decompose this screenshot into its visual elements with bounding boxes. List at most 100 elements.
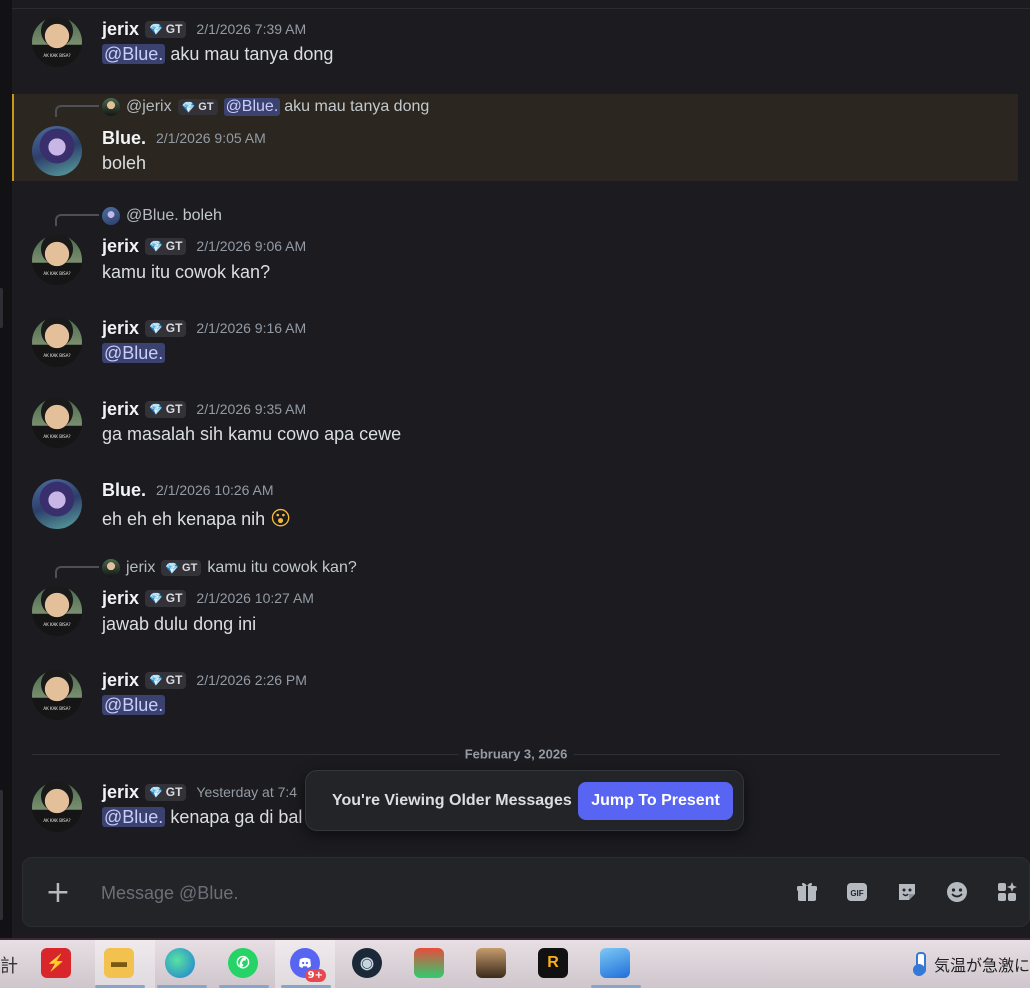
user-mention[interactable]: @Blue. (102, 695, 166, 715)
message-header: jerix 💎 GT 2/1/2026 9:16 AM (102, 317, 306, 339)
gift-icon[interactable] (795, 880, 819, 904)
weather-widget[interactable]: 気温が急激に (912, 952, 1030, 976)
message-content: eh eh eh kenapa nih 😮 (102, 506, 292, 530)
avatar[interactable] (32, 670, 82, 720)
photos-icon[interactable] (600, 948, 630, 978)
game-icon[interactable] (414, 948, 444, 978)
user-mention[interactable]: @Blue. (102, 44, 166, 64)
message-input[interactable] (101, 878, 701, 908)
avatar[interactable] (32, 317, 82, 367)
message-header: jerix 💎 GT 2/1/2026 7:39 AM (102, 18, 306, 40)
server-tag[interactable]: 💎 GT (145, 671, 187, 689)
message-header: Blue. 2/1/2026 10:26 AM (102, 479, 274, 501)
gem-icon: 💎 (149, 674, 163, 687)
gem-icon: 💎 (149, 592, 163, 605)
user-mention[interactable]: @Blue. (102, 807, 166, 827)
message[interactable]: @Blue. boleh jerix 💎GT 2/1/2026 9:06 AM … (12, 204, 1018, 294)
author-name[interactable]: jerix (102, 399, 139, 420)
server-tag[interactable]: 💎 GT (145, 237, 187, 255)
message[interactable]: jerix 💎GT 2/1/2026 9:35 AM ga masalah si… (12, 395, 1018, 455)
emoji-icon[interactable] (945, 880, 969, 904)
avatar[interactable] (32, 235, 82, 285)
server-tag[interactable]: 💎 GT (145, 400, 187, 418)
server-tag[interactable]: 💎 GT (145, 319, 187, 337)
timestamp: 2/1/2026 2:26 PM (196, 672, 307, 688)
reply-preview[interactable]: jerix 💎 GT kamu itu cowok kan? (102, 558, 357, 578)
author-name[interactable]: jerix (102, 782, 139, 803)
reply-author[interactable]: jerix (126, 559, 155, 577)
server-tag[interactable]: 💎 GT (145, 20, 187, 38)
jump-to-present-button[interactable]: Jump To Present (578, 782, 733, 820)
gem-icon: 💎 (149, 23, 163, 36)
message-content: @Blue. (102, 695, 166, 716)
timestamp: 2/1/2026 10:27 AM (196, 590, 314, 606)
reply-text: boleh (182, 207, 222, 224)
edge-icon[interactable] (165, 948, 195, 978)
timestamp: 2/1/2026 9:35 AM (196, 401, 307, 417)
composer-tools: GIF (795, 880, 1019, 904)
message-content: @Blue. kenapa ga di bal (102, 807, 303, 827)
message[interactable]: jerix 💎GT 2/1/2026 9:16 AM @Blue. (12, 314, 1018, 374)
reply-preview[interactable]: @jerix 💎 GT @Blue. aku mau tanya dong (102, 97, 429, 117)
author-name[interactable]: jerix (102, 318, 139, 339)
author-name[interactable]: Blue. (102, 128, 146, 149)
top-divider (12, 8, 1030, 9)
reply-author[interactable]: @jerix (126, 98, 172, 116)
gem-icon: 💎 (149, 240, 163, 253)
author-name[interactable]: Blue. (102, 480, 146, 501)
avatar-game-icon[interactable] (476, 948, 506, 978)
server-tag[interactable]: 💎 GT (145, 783, 187, 801)
user-mention[interactable]: @Blue. (223, 98, 281, 116)
timestamp: 2/1/2026 9:16 AM (196, 320, 307, 336)
message-header: jerix 💎 GT 2/1/2026 9:35 AM (102, 398, 306, 420)
gem-icon: 💎 (165, 562, 180, 575)
reply-author[interactable]: @Blue. (126, 207, 179, 225)
message-content: ga masalah sih kamu cowo apa cewe (102, 424, 402, 444)
message[interactable]: Blue. 2/1/2026 10:26 AM eh eh eh kenapa … (12, 477, 1018, 539)
gem-icon: 💎 (149, 786, 163, 799)
message-header: Blue. 2/1/2026 9:05 AM (102, 127, 266, 149)
message-content: jawab dulu dong ini (102, 614, 257, 634)
author-name[interactable]: jerix (102, 19, 139, 40)
discord-icon[interactable]: 9+ (290, 948, 326, 982)
message-header: jerix 💎 GT 2/1/2026 10:27 AM (102, 587, 314, 609)
rockstar-icon[interactable]: R (538, 948, 568, 978)
author-name[interactable]: jerix (102, 236, 139, 257)
message-content: boleh (102, 153, 147, 173)
steam-icon[interactable]: ◉ (352, 948, 382, 978)
message-content: kamu itu cowok kan? (102, 262, 271, 282)
astonished-emoji-icon[interactable]: 😮 (270, 506, 291, 530)
user-mention[interactable]: @Blue. (102, 343, 166, 363)
server-tag[interactable]: 💎 GT (145, 589, 187, 607)
avatar[interactable] (32, 586, 82, 636)
avatar[interactable] (32, 17, 82, 67)
reply-text: kamu itu cowok kan? (207, 559, 357, 576)
message-highlighted[interactable]: @jerix 💎 GT @Blue. aku mau tanya dong Blu… (12, 94, 1018, 181)
message[interactable]: jerix 💎GT 2/1/2026 2:26 PM @Blue. (12, 667, 1018, 727)
message[interactable]: jerix 💎GT 2/1/2026 7:39 AM @Blue. aku ma… (12, 14, 1018, 74)
date-divider: February 3, 2026 (32, 746, 1000, 762)
gem-icon: 💎 (149, 403, 163, 416)
avatar[interactable] (32, 479, 82, 529)
file-explorer-icon[interactable]: ▬ (104, 948, 134, 978)
plus-icon[interactable]: + (45, 878, 71, 908)
sidebar-indicator (0, 288, 3, 328)
red-app-icon[interactable]: ⚡ (41, 948, 71, 978)
server-tag: 💎 GT (177, 99, 218, 115)
apps-icon[interactable] (995, 880, 1019, 904)
sticker-icon[interactable] (895, 880, 919, 904)
reply-preview[interactable]: @Blue. boleh (102, 206, 222, 226)
author-name[interactable]: jerix (102, 588, 139, 609)
author-name[interactable]: jerix (102, 670, 139, 691)
timestamp: 2/1/2026 9:06 AM (196, 238, 307, 254)
avatar[interactable] (32, 398, 82, 448)
notification-badge: 9+ (304, 969, 326, 982)
message[interactable]: jerix 💎GT kamu itu cowok kan? jerix 💎GT … (12, 556, 1018, 646)
avatar[interactable] (32, 782, 82, 832)
timestamp: 2/1/2026 10:26 AM (156, 482, 274, 498)
avatar[interactable] (32, 126, 82, 176)
gif-icon[interactable]: GIF (845, 880, 869, 904)
reply-spine (55, 214, 99, 226)
timestamp: 2/1/2026 7:39 AM (196, 21, 307, 37)
whatsapp-icon[interactable]: ✆ (228, 948, 258, 978)
